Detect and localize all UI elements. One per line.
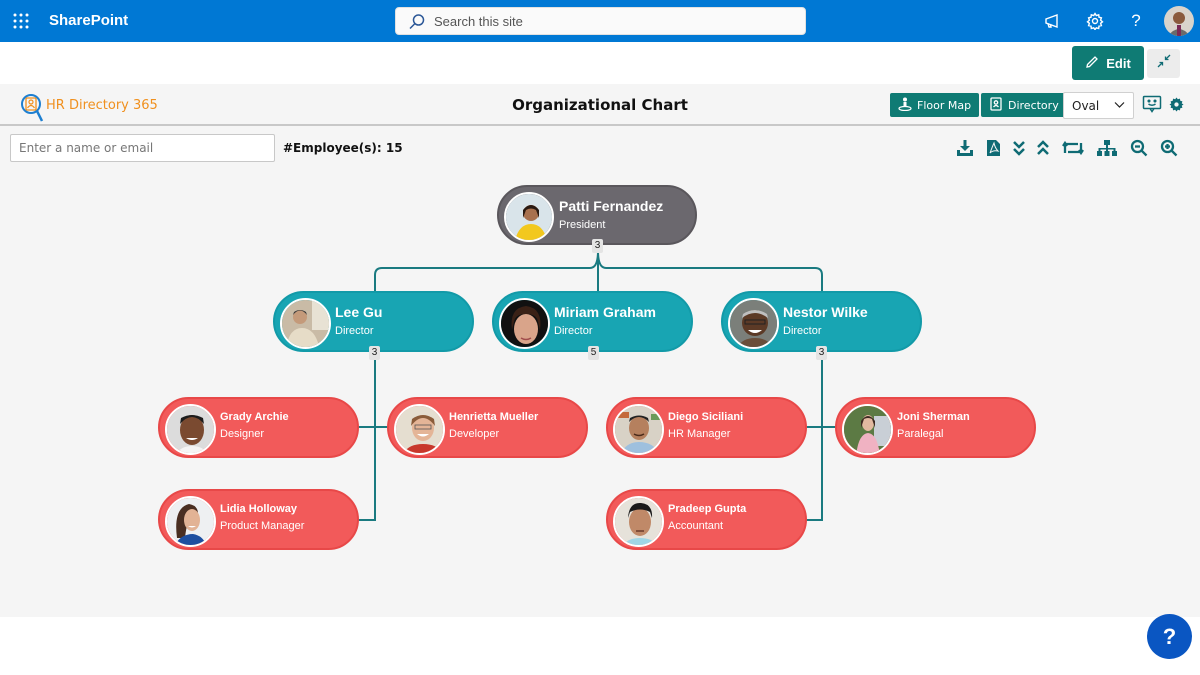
- search-placeholder: Search this site: [434, 14, 523, 29]
- user-avatar[interactable]: [1164, 6, 1194, 36]
- avatar-miriam-graham: [499, 298, 550, 349]
- org-node-title: Director: [335, 325, 374, 337]
- avatar-joni-sherman: [842, 404, 893, 455]
- megaphone-icon[interactable]: [1041, 10, 1063, 32]
- command-bar: [0, 42, 1200, 84]
- org-node-diego-siciliani[interactable]: Diego Siciliani HR Manager: [606, 397, 807, 458]
- page-footer-area: [0, 617, 1200, 675]
- reports-count-lee-gu[interactable]: 3: [369, 346, 380, 360]
- avatar-henrietta-mueller: [394, 404, 445, 455]
- org-chart: Patti Fernandez President 3 Lee Gu Direc…: [0, 84, 1200, 617]
- app-name[interactable]: SharePoint: [49, 12, 128, 29]
- org-node-name: Miriam Graham: [554, 304, 656, 320]
- site-search-box[interactable]: Search this site: [395, 7, 806, 35]
- org-node-title: Product Manager: [220, 520, 305, 532]
- pencil-icon: [1085, 55, 1099, 72]
- org-node-pradeep-gupta[interactable]: Pradeep Gupta Accountant: [606, 489, 807, 550]
- org-node-name: Lidia Holloway: [220, 503, 298, 515]
- avatar-patti-fernandez: [504, 192, 554, 242]
- org-node-nestor-wilke[interactable]: Nestor Wilke Director: [721, 291, 922, 352]
- avatar-pradeep-gupta: [613, 496, 664, 547]
- org-node-grady-archie[interactable]: Grady Archie Designer: [158, 397, 359, 458]
- org-node-patti-fernandez[interactable]: Patti Fernandez President: [497, 185, 697, 245]
- org-node-name: Nestor Wilke: [783, 304, 868, 320]
- avatar-nestor-wilke: [728, 298, 779, 349]
- org-node-name: Joni Sherman: [897, 411, 970, 423]
- search-icon: [408, 13, 426, 31]
- org-node-name: Lee Gu: [335, 304, 383, 320]
- org-node-henrietta-mueller[interactable]: Henrietta Mueller Developer: [387, 397, 588, 458]
- org-node-title: Director: [554, 325, 593, 337]
- connector-lee-gu-trunk: [358, 360, 376, 521]
- reports-count-nestor-wilke[interactable]: 3: [816, 346, 827, 360]
- org-node-title: HR Manager: [668, 428, 731, 440]
- org-node-title: Accountant: [668, 520, 724, 532]
- org-node-miriam-graham[interactable]: Miriam Graham Director: [492, 291, 693, 352]
- connector-president-lee-gu: [374, 250, 599, 291]
- org-node-lee-gu[interactable]: Lee Gu Director: [273, 291, 474, 352]
- org-node-name: Henrietta Mueller: [449, 411, 539, 423]
- help-button[interactable]: ?: [1147, 614, 1192, 659]
- org-node-title: Designer: [220, 428, 265, 440]
- org-node-name: Patti Fernandez: [559, 198, 664, 214]
- org-node-name: Grady Archie: [220, 411, 289, 423]
- avatar-grady-archie: [165, 404, 216, 455]
- connector-president-nestor-wilke: [597, 250, 823, 291]
- waffle-icon[interactable]: [13, 13, 29, 29]
- reports-count-miriam-graham[interactable]: 5: [588, 346, 599, 360]
- reports-count-patti-fernandez[interactable]: 3: [592, 239, 603, 253]
- edit-button[interactable]: Edit: [1072, 46, 1144, 80]
- org-node-title: Developer: [449, 428, 500, 440]
- org-node-name: Diego Siciliani: [668, 411, 744, 423]
- avatar-lidia-holloway: [165, 496, 216, 547]
- gear-icon[interactable]: [1084, 10, 1106, 32]
- collapse-icon: [1157, 54, 1171, 73]
- avatar-diego-siciliani: [613, 404, 664, 455]
- suite-bar: SharePoint Search this site ?: [0, 0, 1200, 42]
- help-icon[interactable]: ?: [1125, 10, 1147, 32]
- org-node-name: Pradeep Gupta: [668, 503, 747, 515]
- collapse-button[interactable]: [1147, 49, 1180, 78]
- org-node-title: Director: [783, 325, 822, 337]
- org-node-title: Paralegal: [897, 428, 944, 440]
- org-node-title: President: [559, 219, 606, 231]
- connector-nestor-wilke-trunk: [806, 360, 823, 521]
- org-node-lidia-holloway[interactable]: Lidia Holloway Product Manager: [158, 489, 359, 550]
- edit-label: Edit: [1106, 55, 1131, 71]
- avatar-lee-gu: [280, 298, 331, 349]
- org-node-joni-sherman[interactable]: Joni Sherman Paralegal: [835, 397, 1036, 458]
